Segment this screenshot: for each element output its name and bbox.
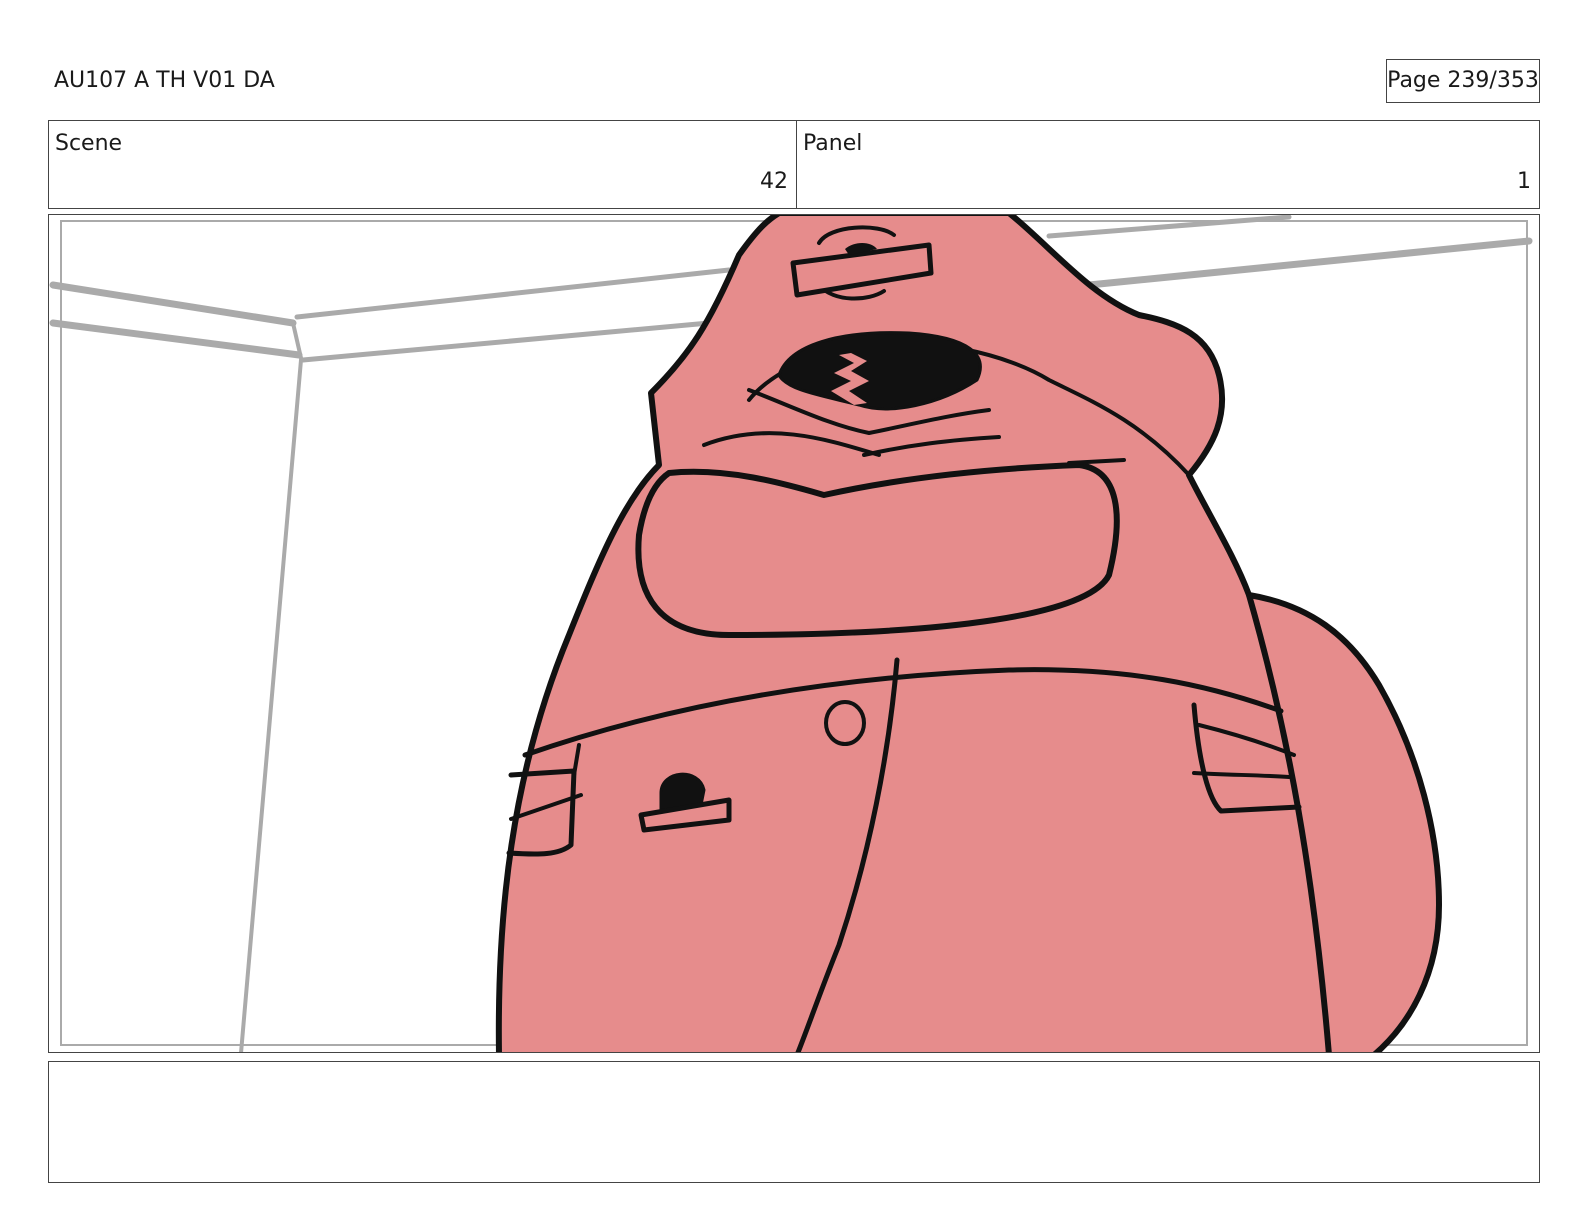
panel-cell: Panel 1	[797, 121, 1539, 208]
storyboard-drawing	[49, 215, 1533, 1052]
page-number-box: Page 239/353	[1386, 59, 1540, 103]
panel-value: 1	[1517, 169, 1531, 194]
character-body	[495, 215, 1442, 1052]
scene-value: 42	[760, 169, 788, 194]
panel-notes-box	[48, 1061, 1540, 1183]
storyboard-panel-frame	[48, 214, 1540, 1053]
document-id: AU107 A TH V01 DA	[54, 68, 275, 93]
character-figure	[495, 215, 1442, 1052]
panel-label: Panel	[803, 131, 863, 156]
scene-label: Scene	[55, 131, 123, 156]
scene-panel-info: Scene 42 Panel 1	[48, 120, 1540, 209]
scene-cell: Scene 42	[49, 121, 797, 208]
